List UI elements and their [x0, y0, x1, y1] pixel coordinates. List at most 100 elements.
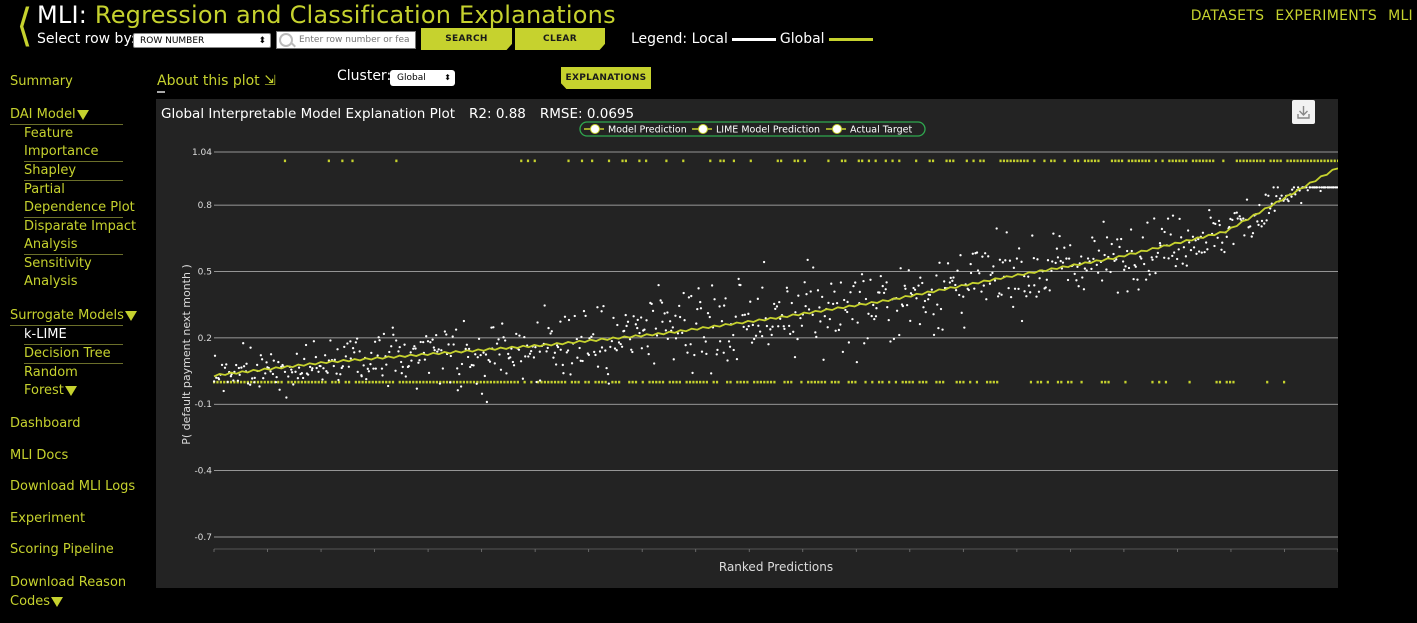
- lime-prediction-point: [290, 368, 293, 371]
- lime-prediction-point: [459, 385, 463, 388]
- sidebar-item-surrogate-models[interactable]: Surrogate Models: [10, 307, 137, 325]
- lime-prediction-point: [1137, 288, 1140, 291]
- sidebar-item-download-reason[interactable]: Download Reason: [10, 574, 126, 592]
- model-line-layer: [213, 167, 1338, 378]
- lime-prediction-point: [932, 333, 936, 337]
- sidebar-item-decision-tree[interactable]: Decision Tree: [24, 345, 111, 363]
- lime-prediction-point: [292, 383, 295, 386]
- sidebar-item-scoring-pipeline[interactable]: Scoring Pipeline: [10, 541, 114, 559]
- sidebar-item-disparate-1[interactable]: Disparate Impact: [24, 218, 136, 236]
- lime-prediction-point: [973, 287, 976, 290]
- lime-prediction-point: [1001, 261, 1004, 264]
- sidebar-item-mli-docs[interactable]: MLI Docs: [10, 447, 68, 465]
- actual-target-point: [742, 380, 746, 384]
- row-select-dropdown[interactable]: ROW NUMBER ⬍: [133, 33, 271, 48]
- lime-prediction-point: [727, 340, 731, 343]
- lime-prediction-point: [509, 356, 512, 359]
- sidebar-item-sensitivity-1[interactable]: Sensitivity: [24, 255, 92, 273]
- lime-prediction-point: [930, 288, 933, 291]
- lime-prediction-point: [465, 343, 469, 346]
- actual-target-point: [1134, 159, 1137, 163]
- actual-target-point: [1009, 159, 1012, 163]
- sidebar-item-random-forest-2[interactable]: Forest: [24, 382, 77, 400]
- sidebar-item-shapley[interactable]: Shapley: [24, 162, 76, 180]
- lime-prediction-point: [347, 365, 350, 368]
- lime-prediction-point: [975, 251, 979, 254]
- lime-prediction-point: [775, 305, 779, 308]
- actual-target-point: [1225, 380, 1228, 384]
- lime-prediction-point: [403, 343, 406, 346]
- sidebar-item-dai-model[interactable]: DAI Model: [10, 106, 89, 124]
- actual-target-point: [719, 159, 722, 163]
- nav-mli[interactable]: MLI: [1388, 8, 1413, 24]
- search-box[interactable]: [276, 31, 416, 49]
- sidebar-item-summary[interactable]: Summary: [10, 73, 73, 91]
- actual-target-point: [321, 380, 324, 384]
- lime-prediction-point: [1189, 248, 1193, 252]
- actual-target-point: [304, 380, 307, 384]
- about-this-plot-link[interactable]: About this plot ⇲: [157, 73, 276, 89]
- sidebar-item-pdp-2[interactable]: Dependence Plot: [24, 199, 135, 217]
- lime-prediction-point: [943, 280, 946, 283]
- actual-target-point: [263, 380, 266, 384]
- sidebar-item-download-logs[interactable]: Download MLI Logs: [10, 478, 135, 496]
- lime-prediction-point: [831, 302, 835, 306]
- actual-target-point: [1012, 159, 1016, 163]
- actual-target-point: [1124, 380, 1127, 384]
- cluster-select[interactable]: Global ⬍: [390, 70, 455, 86]
- actual-target-point: [975, 380, 979, 384]
- sidebar-item-pdp-1[interactable]: Partial: [24, 181, 65, 199]
- lime-prediction-point: [1118, 245, 1121, 249]
- back-chevron-icon[interactable]: ❬: [15, 2, 35, 46]
- lime-prediction-point: [690, 294, 693, 298]
- actual-target-point: [267, 380, 270, 384]
- lime-prediction-point: [570, 362, 574, 365]
- lime-prediction-point: [1264, 193, 1267, 196]
- lime-prediction-point: [612, 316, 615, 320]
- actual-target-point: [270, 380, 273, 384]
- lime-prediction-point: [793, 355, 797, 359]
- actual-target-point: [520, 159, 523, 163]
- lime-prediction-point: [372, 367, 375, 370]
- lime-prediction-point: [549, 332, 552, 335]
- lime-prediction-point: [538, 379, 542, 382]
- nav-experiments[interactable]: EXPERIMENTS: [1275, 8, 1377, 24]
- sidebar-item-feature-importance-2[interactable]: Importance: [24, 143, 99, 161]
- actual-target-point: [1093, 159, 1097, 163]
- lime-prediction-point: [777, 325, 780, 328]
- actual-target-point: [493, 380, 496, 384]
- actual-target-point: [952, 159, 955, 163]
- lime-prediction-point: [1188, 241, 1191, 244]
- sidebar-item-random-forest-1[interactable]: Random: [24, 364, 78, 382]
- actual-target-point: [982, 159, 985, 163]
- actual-target-point: [425, 380, 428, 384]
- sidebar-item-codes[interactable]: Codes: [10, 593, 64, 611]
- sidebar-item-klime[interactable]: k-LIME: [24, 326, 67, 344]
- search-input[interactable]: [299, 32, 414, 48]
- lime-prediction-point: [774, 307, 777, 311]
- explanations-button[interactable]: EXPLANATIONS: [561, 67, 651, 89]
- sidebar-item-feature-importance-1[interactable]: Feature: [24, 125, 73, 143]
- lime-prediction-point: [554, 363, 558, 366]
- sidebar-item-sensitivity-2[interactable]: Analysis: [24, 273, 78, 291]
- lime-prediction-point: [752, 337, 756, 341]
- clear-button[interactable]: CLEAR: [515, 28, 605, 50]
- sidebar-item-experiment[interactable]: Experiment: [10, 510, 85, 528]
- lime-prediction-point: [1324, 186, 1327, 189]
- lime-prediction-point: [326, 371, 329, 374]
- search-button[interactable]: SEARCH: [421, 28, 512, 50]
- actual-target-point: [1114, 159, 1117, 163]
- sidebar-item-dashboard[interactable]: Dashboard: [10, 415, 81, 433]
- lime-prediction-point: [609, 345, 612, 349]
- sidebar-item-disparate-2[interactable]: Analysis: [24, 236, 78, 254]
- lime-prediction-point: [306, 373, 310, 376]
- nav-datasets[interactable]: DATASETS: [1191, 8, 1265, 24]
- lime-prediction-point: [454, 328, 458, 331]
- lime-prediction-point: [395, 339, 398, 342]
- lime-prediction-point: [921, 281, 924, 285]
- legend-swatch-marker: [698, 124, 708, 134]
- actual-target-point: [999, 159, 1002, 163]
- lime-prediction-point: [697, 287, 700, 290]
- lime-prediction-point: [617, 341, 621, 344]
- actual-target-point: [1235, 159, 1238, 163]
